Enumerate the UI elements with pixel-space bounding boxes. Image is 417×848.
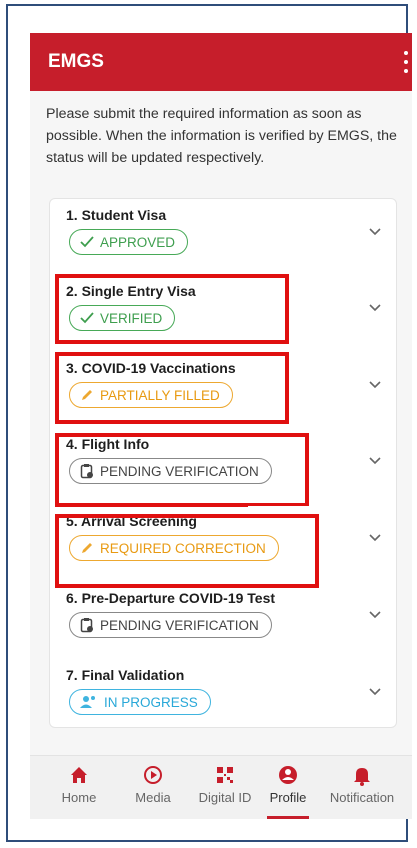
app-bar: EMGS bbox=[30, 33, 412, 91]
step-title: 1. Student Visa bbox=[66, 207, 167, 223]
nav-label: Profile bbox=[269, 790, 307, 805]
status-badge: APPROVED bbox=[69, 229, 189, 255]
step-title: 7. Final Validation bbox=[66, 667, 185, 683]
nav-digital-id[interactable]: Digital ID bbox=[190, 764, 260, 805]
nav-label: Notification bbox=[329, 790, 395, 805]
chevron-down-icon[interactable] bbox=[368, 378, 382, 392]
chevron-down-icon[interactable] bbox=[368, 531, 382, 545]
status-label: PENDING VERIFICATION bbox=[100, 617, 259, 633]
nav-home[interactable]: Home bbox=[54, 764, 104, 805]
phone-screen: EMGS Please submit the required informat… bbox=[30, 33, 412, 819]
check-icon bbox=[80, 236, 94, 248]
active-tab-indicator bbox=[267, 816, 309, 819]
status-badge: IN PROGRESS bbox=[69, 689, 211, 715]
status-label: IN PROGRESS bbox=[104, 694, 198, 710]
play-circle-icon bbox=[144, 766, 162, 784]
nav-profile[interactable]: Profile bbox=[263, 764, 313, 805]
bottom-nav: Home Media Digital ID Profile Notificati… bbox=[30, 755, 412, 819]
highlight-box-step-2 bbox=[55, 274, 289, 344]
step-title: 6. Pre-Departure COVID-19 Test bbox=[66, 590, 276, 606]
home-icon bbox=[71, 767, 87, 783]
chevron-down-icon[interactable] bbox=[368, 685, 382, 699]
status-badge: PENDING VERIFICATION bbox=[69, 612, 272, 638]
step-student-visa[interactable]: 1. Student Visa APPROVED bbox=[50, 199, 396, 275]
more-menu-icon[interactable] bbox=[402, 51, 410, 73]
clipboard-clock-icon bbox=[80, 618, 93, 633]
nav-label: Digital ID bbox=[198, 790, 252, 805]
profile-icon bbox=[279, 766, 297, 784]
nav-media[interactable]: Media bbox=[128, 764, 178, 805]
step-final-validation[interactable]: 7. Final Validation IN PROGRESS bbox=[50, 659, 396, 735]
highlight-box-step-3 bbox=[55, 352, 289, 424]
notice-text: Please submit the required information a… bbox=[46, 106, 397, 166]
status-label: APPROVED bbox=[100, 234, 176, 250]
step-pre-departure-test[interactable]: 6. Pre-Departure COVID-19 Test PENDING V… bbox=[50, 582, 396, 658]
chevron-down-icon[interactable] bbox=[368, 225, 382, 239]
bell-icon bbox=[354, 768, 370, 786]
app-title: EMGS bbox=[48, 51, 104, 72]
highlight-box-step-4 bbox=[55, 433, 309, 507]
chevron-down-icon[interactable] bbox=[368, 454, 382, 468]
qr-code-icon bbox=[217, 767, 233, 783]
chevron-down-icon[interactable] bbox=[368, 301, 382, 315]
nav-notification[interactable]: Notification bbox=[320, 764, 404, 805]
nav-label: Media bbox=[135, 790, 171, 805]
highlight-box-step-5 bbox=[55, 514, 319, 588]
users-icon bbox=[80, 696, 95, 708]
chevron-down-icon[interactable] bbox=[368, 608, 382, 622]
nav-label: Home bbox=[61, 790, 97, 805]
